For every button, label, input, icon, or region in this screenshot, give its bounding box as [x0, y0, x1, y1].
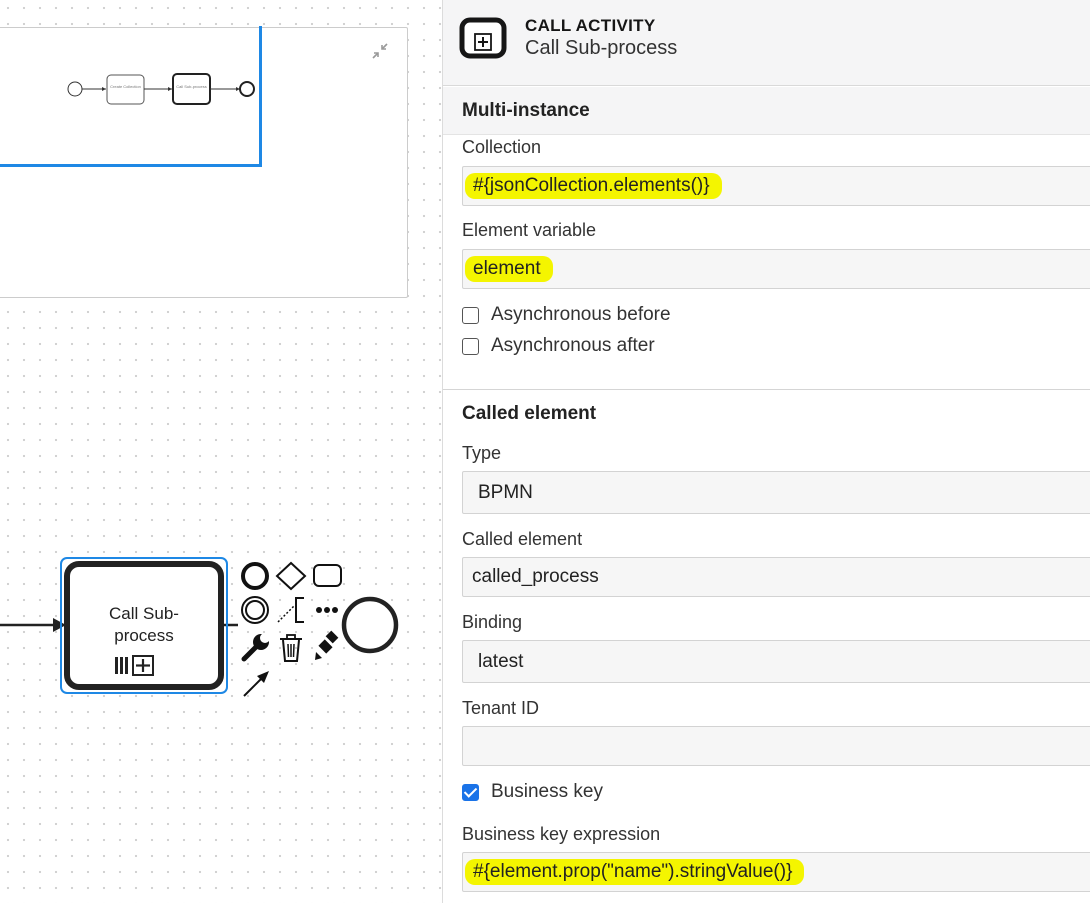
minimap-start-event — [67, 81, 83, 97]
element-variable-field[interactable]: element — [462, 249, 1090, 289]
append-gateway-icon[interactable] — [275, 561, 307, 591]
async-after-checkbox[interactable] — [462, 338, 479, 355]
more-options-icon[interactable] — [311, 596, 341, 624]
called-element-label: Called element — [462, 529, 583, 549]
tenant-id-label: Tenant ID — [462, 698, 540, 718]
change-type-wrench-icon[interactable] — [240, 631, 272, 663]
group-header-multi-instance[interactable]: Multi-instance — [443, 87, 1090, 135]
type-label: Type — [462, 443, 502, 463]
properties-panel: CALL ACTIVITY Call Sub-process Multi-ins… — [442, 0, 1090, 903]
async-before-label: Asynchronous before — [491, 304, 671, 325]
collection-field[interactable]: #{jsonCollection.elements()} — [462, 166, 1090, 206]
append-intermediate-event-icon[interactable] — [240, 594, 270, 626]
collapsed-subprocess-icon — [132, 655, 154, 676]
tenant-id-field[interactable] — [462, 726, 1090, 766]
append-task-icon[interactable] — [311, 561, 344, 591]
type-select[interactable]: BPMN — [462, 471, 1090, 514]
diagram-area — [0, 557, 399, 694]
binding-label: Binding — [462, 612, 523, 632]
business-key-checkbox[interactable] — [462, 784, 479, 801]
business-key-expression-value: #{element.prop("name").stringValue()} — [465, 859, 805, 885]
element-name-label: Call Sub-process — [525, 37, 678, 59]
async-before-checkbox[interactable] — [462, 307, 479, 324]
binding-select[interactable]: latest — [462, 640, 1090, 683]
called-element-field[interactable]: called_process — [462, 557, 1090, 597]
element-type-label: CALL ACTIVITY — [525, 16, 656, 35]
minimap-task-create-collection — [106, 74, 145, 105]
minimap-collapse-icon[interactable] — [369, 40, 391, 62]
business-key-expression-field[interactable]: #{element.prop("name").stringValue()} — [462, 852, 1090, 892]
minimap-task2-label: Call Sub-process — [176, 84, 206, 89]
collection-label: Collection — [462, 137, 542, 157]
business-key-expression-label: Business key expression — [462, 824, 661, 844]
group-header-called-element[interactable]: Called element — [443, 389, 1090, 437]
collection-value: #{jsonCollection.elements()} — [465, 173, 722, 199]
delete-trash-icon[interactable] — [277, 632, 305, 664]
set-color-brush-icon[interactable] — [312, 630, 344, 662]
minimap-task-call-subprocess — [172, 73, 211, 105]
element-variable-label: Element variable — [462, 220, 597, 240]
call-activity-label: Call Sub-process — [109, 604, 179, 645]
connect-arrow-icon[interactable] — [240, 668, 272, 700]
end-event — [341, 596, 399, 654]
element-variable-value: element — [465, 256, 553, 282]
minimap-task1-label: Create Collection — [110, 84, 141, 89]
business-key-label: Business key — [491, 781, 603, 802]
minimap-end-event — [239, 81, 255, 97]
async-after-label: Asynchronous after — [491, 335, 655, 356]
parallel-multi-instance-icon — [115, 657, 128, 674]
bpmn-canvas[interactable]: Create Collection Call Sub-process Call … — [0, 0, 442, 903]
append-end-event-icon[interactable] — [240, 561, 270, 591]
text-annotation-icon[interactable] — [274, 594, 312, 626]
minimap[interactable]: Create Collection Call Sub-process — [0, 26, 408, 298]
call-activity-icon — [459, 17, 507, 59]
minimap-diagram: Create Collection Call Sub-process — [67, 73, 255, 105]
panel-header: CALL ACTIVITY Call Sub-process — [443, 0, 1090, 86]
